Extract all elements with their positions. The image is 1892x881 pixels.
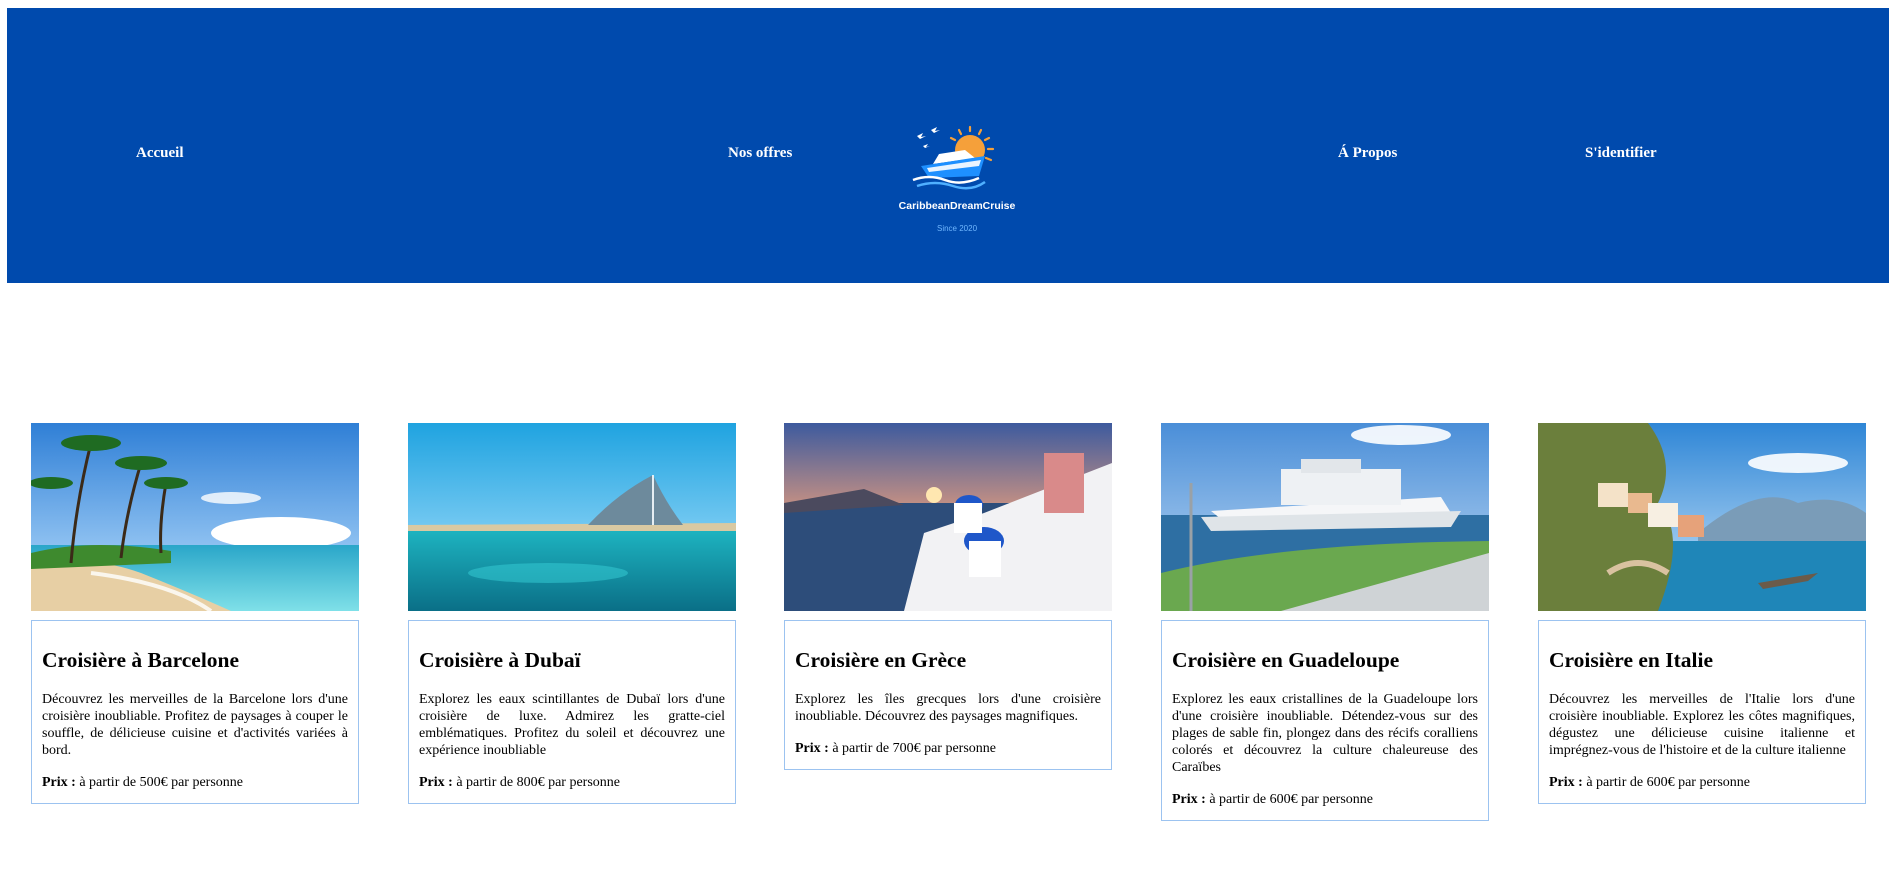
site-header: Accueil Nos offres CaribbeanDreamCruise [7, 8, 1889, 283]
brand-logo[interactable]: CaribbeanDreamCruise Since 2020 [887, 120, 1027, 240]
brand-name: CaribbeanDreamCruise [898, 200, 1016, 212]
nav-link-about[interactable]: Á Propos [1338, 145, 1397, 162]
offer-title: Croisière en Guadeloupe [1172, 648, 1400, 672]
offer-card-dubai: Croisière à Dubaï Explorez les eaux scin… [408, 423, 736, 804]
price-value: à partir de 700€ par personne [828, 740, 996, 756]
price-value: à partir de 600€ par personne [1205, 791, 1373, 807]
offer-card-barcelona: Croisière à Barcelone Découvrez les merv… [31, 423, 359, 804]
offer-card-body: Croisière en Guadeloupe Explorez les eau… [1161, 620, 1489, 821]
brand-since: Since 2020 [936, 224, 978, 233]
offer-card-body: Croisière en Grèce Explorez les îles gre… [784, 620, 1112, 770]
offer-price: Prix : à partir de 500€ par personne [42, 774, 348, 791]
cruise-ship-logo-icon [912, 125, 995, 190]
offer-price: Prix : à partir de 600€ par personne [1172, 791, 1478, 808]
offer-description: Découvrez les merveilles de la Barcelone… [42, 691, 348, 758]
nav-link-offers[interactable]: Nos offres [728, 145, 792, 162]
offer-description: Découvrez les merveilles de l'Italie lor… [1549, 691, 1855, 758]
nav-link-login[interactable]: S'identifier [1585, 145, 1657, 162]
offer-price: Prix : à partir de 700€ par personne [795, 740, 1101, 757]
offer-title: Croisière à Dubaï [419, 648, 581, 672]
offer-card-guadeloupe: Croisière en Guadeloupe Explorez les eau… [1161, 423, 1489, 821]
offer-card-body: Croisière à Dubaï Explorez les eaux scin… [408, 620, 736, 804]
offer-price: Prix : à partir de 600€ par personne [1549, 774, 1855, 791]
offer-card-greece: Croisière en Grèce Explorez les îles gre… [784, 423, 1112, 770]
offer-description: Explorez les eaux scintillantes de Dubaï… [419, 691, 725, 758]
price-label: Prix : [419, 774, 453, 790]
tropical-beach-image [31, 423, 359, 611]
offer-card-body: Croisière à Barcelone Découvrez les merv… [31, 620, 359, 804]
santorini-image [784, 423, 1112, 611]
price-label: Prix : [1172, 791, 1206, 807]
price-label: Prix : [42, 774, 76, 790]
offer-title: Croisière à Barcelone [42, 648, 240, 672]
offer-card-italy: Croisière en Italie Découvrez les mervei… [1538, 423, 1866, 804]
price-value: à partir de 800€ par personne [452, 774, 620, 790]
amalfi-coast-image [1538, 423, 1866, 611]
offer-description: Explorez les eaux cristallines de la Gua… [1172, 691, 1478, 775]
price-label: Prix : [1549, 774, 1583, 790]
price-label: Prix : [795, 740, 829, 756]
offer-title: Croisière en Italie [1549, 648, 1714, 672]
price-value: à partir de 600€ par personne [1582, 774, 1750, 790]
offer-card-body: Croisière en Italie Découvrez les mervei… [1538, 620, 1866, 804]
nav-link-home[interactable]: Accueil [136, 145, 183, 162]
offer-description: Explorez les îles grecques lors d'une cr… [795, 691, 1101, 724]
price-value: à partir de 500€ par personne [75, 774, 243, 790]
offer-title: Croisière en Grèce [795, 648, 967, 672]
offer-price: Prix : à partir de 800€ par personne [419, 774, 725, 791]
dubai-lagoon-image [408, 423, 736, 611]
cruise-ship-harbor-image [1161, 423, 1489, 611]
